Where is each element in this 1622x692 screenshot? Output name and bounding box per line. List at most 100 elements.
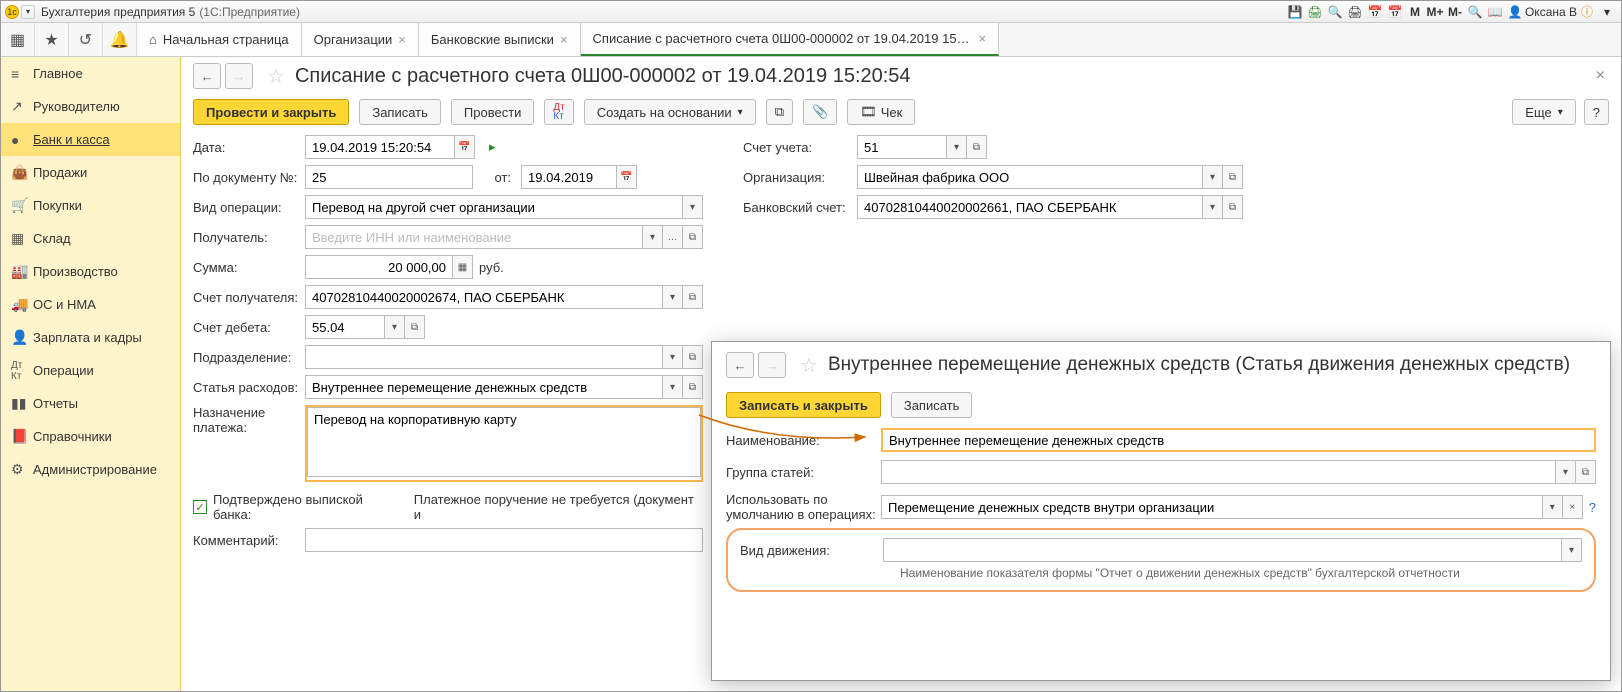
- help-link-icon[interactable]: ?: [1589, 500, 1596, 515]
- sidebar-item-manager[interactable]: ↗Руководителю: [1, 90, 180, 123]
- dropdown-button[interactable]: ▾: [663, 375, 683, 399]
- print-icon[interactable]: 🖨: [1306, 4, 1324, 20]
- purpose-textarea[interactable]: [307, 407, 701, 477]
- open-button[interactable]: ⧉: [1223, 165, 1243, 189]
- dtkr-button[interactable]: ДтКт: [544, 99, 573, 125]
- open-button[interactable]: ⧉: [683, 225, 703, 249]
- recipient-input[interactable]: [305, 225, 643, 249]
- dropdown-button[interactable]: ▾: [1556, 460, 1576, 484]
- save-and-close-button[interactable]: Записать и закрыть: [726, 392, 881, 418]
- org-input[interactable]: [857, 165, 1203, 189]
- notifications-icon[interactable]: 🔔: [103, 23, 137, 56]
- group-input[interactable]: [881, 460, 1556, 484]
- sidebar-item-sales[interactable]: 👜Продажи: [1, 156, 180, 189]
- sidebar-item-admin[interactable]: ⚙Администрирование: [1, 453, 180, 486]
- sidebar-item-operations[interactable]: ДтКтОперации: [1, 354, 180, 387]
- calendar-button[interactable]: 📅: [617, 165, 637, 189]
- movement-input[interactable]: [883, 538, 1562, 562]
- sidebar-item-salary[interactable]: 👤Зарплата и кадры: [1, 321, 180, 354]
- dropdown-button[interactable]: ▾: [1543, 495, 1563, 519]
- dropdown-button[interactable]: ▾: [1562, 538, 1582, 562]
- recacct-input[interactable]: [305, 285, 663, 309]
- nav-forward-button[interactable]: →: [758, 352, 786, 378]
- calc-button[interactable]: ▦: [453, 255, 473, 279]
- optype-input[interactable]: [305, 195, 683, 219]
- dropdown-button[interactable]: ▾: [663, 345, 683, 369]
- open-button[interactable]: ⧉: [1576, 460, 1596, 484]
- more-button[interactable]: Еще▾: [1512, 99, 1575, 125]
- tab-writeoff-doc[interactable]: Списание с расчетного счета 0Ш00-000002 …: [581, 23, 1000, 56]
- favorite-star-icon[interactable]: ☆: [800, 353, 818, 378]
- info-dropdown[interactable]: ▾: [1598, 4, 1616, 20]
- save-button[interactable]: Записать: [891, 392, 973, 418]
- open-button[interactable]: ⧉: [683, 285, 703, 309]
- sidebar-item-assets[interactable]: 🚚ОС и НМА: [1, 288, 180, 321]
- open-button[interactable]: ⧉: [683, 375, 703, 399]
- dropdown-button[interactable]: ▾: [947, 135, 967, 159]
- sidebar-item-main[interactable]: ≡Главное: [1, 57, 180, 90]
- nav-forward-button[interactable]: →: [225, 63, 253, 89]
- date-input[interactable]: [305, 135, 455, 159]
- book-icon[interactable]: 📖: [1486, 4, 1504, 20]
- print2-icon[interactable]: 🖨: [1346, 4, 1364, 20]
- open-button[interactable]: ⧉: [405, 315, 425, 339]
- dropdown-button[interactable]: ▾: [683, 195, 703, 219]
- amount-input[interactable]: [305, 255, 453, 279]
- more-button[interactable]: …: [663, 225, 683, 249]
- sidebar-item-catalogs[interactable]: 📕Справочники: [1, 420, 180, 453]
- bankacct-input[interactable]: [857, 195, 1203, 219]
- post-and-close-button[interactable]: Провести и закрыть: [193, 99, 349, 125]
- docnum-input[interactable]: [305, 165, 473, 189]
- preview-icon[interactable]: 🔍: [1326, 4, 1344, 20]
- memory-m[interactable]: M: [1406, 4, 1424, 20]
- memory-mminus[interactable]: M-: [1446, 4, 1464, 20]
- close-icon[interactable]: ×: [979, 31, 987, 46]
- nav-back-button[interactable]: ←: [193, 63, 221, 89]
- open-button[interactable]: ⧉: [683, 345, 703, 369]
- memory-mplus[interactable]: M+: [1426, 4, 1444, 20]
- close-doc-button[interactable]: ×: [1592, 63, 1609, 89]
- post-button[interactable]: Провести: [451, 99, 535, 125]
- sidebar-item-warehouse[interactable]: ▦Склад: [1, 222, 180, 255]
- debitacct-input[interactable]: [305, 315, 385, 339]
- expense-input[interactable]: [305, 375, 663, 399]
- dropdown-button[interactable]: ▾: [1203, 195, 1223, 219]
- info-icon[interactable]: ⓘ: [1578, 4, 1596, 20]
- bank-confirmed-checkbox[interactable]: ✓: [193, 500, 207, 514]
- sidebar-item-production[interactable]: 🏭Производство: [1, 255, 180, 288]
- sidebar-item-purchases[interactable]: 🛒Покупки: [1, 189, 180, 222]
- dept-input[interactable]: [305, 345, 663, 369]
- dropdown-button[interactable]: ▾: [643, 225, 663, 249]
- open-button[interactable]: ⧉: [1223, 195, 1243, 219]
- structure-button[interactable]: ⧉: [766, 99, 793, 125]
- name-input[interactable]: [881, 428, 1596, 452]
- close-icon[interactable]: ×: [560, 32, 568, 47]
- acct-input[interactable]: [857, 135, 947, 159]
- history-icon[interactable]: ↺: [69, 23, 103, 56]
- clear-button[interactable]: ×: [1563, 495, 1583, 519]
- create-based-button[interactable]: Создать на основании▾: [584, 99, 756, 125]
- favorite-star-icon[interactable]: ☆: [267, 64, 285, 89]
- check-button[interactable]: 🎞Чек: [847, 99, 915, 125]
- attach-button[interactable]: 📎: [803, 99, 837, 125]
- tab-bank-statements[interactable]: Банковские выписки ×: [419, 23, 581, 56]
- dropdown-button[interactable]: ▾: [663, 285, 683, 309]
- tab-organizations[interactable]: Организации ×: [302, 23, 419, 56]
- docdate-input[interactable]: [521, 165, 617, 189]
- sidebar-item-reports[interactable]: ▮▮Отчеты: [1, 387, 180, 420]
- calendar-button[interactable]: 📅: [455, 135, 475, 159]
- defaultop-input[interactable]: [881, 495, 1543, 519]
- tab-home[interactable]: ⌂ Начальная страница: [137, 23, 302, 56]
- dropdown-button[interactable]: ▾: [1203, 165, 1223, 189]
- app-menu-dropdown[interactable]: ▾: [21, 5, 35, 19]
- close-icon[interactable]: ×: [398, 32, 406, 47]
- zoom-icon[interactable]: 🔍: [1466, 4, 1484, 20]
- sidebar-item-bank[interactable]: ●Банк и касса: [1, 123, 180, 156]
- calendar2-icon[interactable]: 📅: [1386, 4, 1404, 20]
- apps-grid-icon[interactable]: ▦: [1, 23, 35, 56]
- favorites-icon[interactable]: ★: [35, 23, 69, 56]
- calendar-icon[interactable]: 📅: [1366, 4, 1384, 20]
- open-button[interactable]: ⧉: [967, 135, 987, 159]
- comment-input[interactable]: [305, 528, 703, 552]
- help-button[interactable]: ?: [1584, 99, 1609, 125]
